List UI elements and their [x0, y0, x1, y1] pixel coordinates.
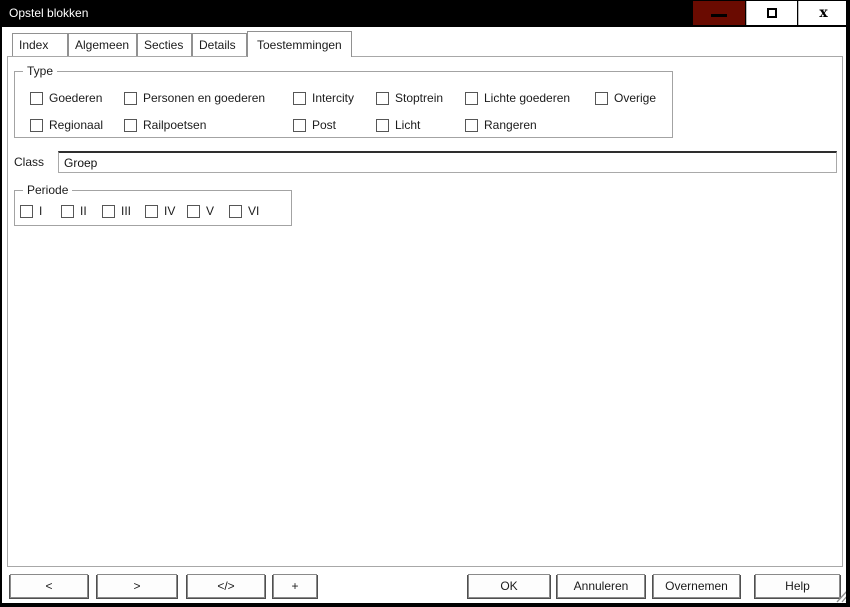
checkbox-icon — [293, 91, 306, 105]
tab-details[interactable]: Details — [192, 33, 247, 56]
checkbox-licht[interactable]: Licht — [376, 117, 420, 133]
window-border-bottom[interactable] — [0, 603, 850, 607]
periode-group-label: Periode — [23, 183, 73, 197]
tab-panel-toestemmingen: Type Goederen Personen en goederen Inter… — [7, 56, 843, 567]
maximize-icon — [767, 8, 777, 18]
checkbox-periode-iv[interactable]: IV — [145, 203, 175, 219]
nav-previous-button[interactable]: < — [10, 574, 88, 598]
checkbox-intercity[interactable]: Intercity — [293, 90, 354, 106]
checkbox-icon — [187, 204, 200, 218]
tab-index[interactable]: Index — [12, 33, 68, 56]
class-label: Class — [14, 155, 45, 169]
type-group-label: Type — [23, 64, 58, 78]
maximize-button[interactable] — [746, 1, 797, 25]
checkbox-icon — [20, 204, 33, 218]
periode-groupbox: Periode I II III IV V VI — [14, 183, 292, 226]
nav-first-last-button[interactable]: </> — [187, 574, 265, 598]
help-button[interactable]: Help — [755, 574, 840, 598]
checkbox-post[interactable]: Post — [293, 117, 336, 133]
checkbox-icon — [595, 91, 608, 105]
dialog-window: Opstel blokken x Index Algemeen Secties … — [0, 0, 850, 607]
checkbox-icon — [376, 118, 389, 132]
window-border-left[interactable] — [0, 0, 2, 607]
checkbox-railpoetsen[interactable]: Railpoetsen — [124, 117, 206, 133]
checkbox-icon — [465, 118, 478, 132]
window-title: Opstel blokken — [9, 6, 89, 20]
type-groupbox: Type Goederen Personen en goederen Inter… — [14, 64, 673, 138]
checkbox-icon — [229, 204, 242, 218]
checkbox-icon — [293, 118, 306, 132]
checkbox-goederen[interactable]: Goederen — [30, 90, 102, 106]
tab-toestemmingen[interactable]: Toestemmingen — [247, 31, 352, 57]
checkbox-periode-vi[interactable]: VI — [229, 203, 259, 219]
apply-button[interactable]: Overnemen — [653, 574, 740, 598]
checkbox-icon — [30, 118, 43, 132]
checkbox-periode-ii[interactable]: II — [61, 203, 87, 219]
checkbox-regionaal[interactable]: Regionaal — [30, 117, 103, 133]
cancel-button[interactable]: Annuleren — [557, 574, 645, 598]
checkbox-icon — [30, 91, 43, 105]
minimize-icon — [711, 13, 727, 17]
checkbox-icon — [124, 91, 137, 105]
checkbox-overige[interactable]: Overige — [595, 90, 656, 106]
close-button[interactable]: x — [798, 1, 848, 25]
titlebar[interactable]: Opstel blokken x — [0, 0, 850, 27]
checkbox-icon — [145, 204, 158, 218]
ok-button[interactable]: OK — [468, 574, 550, 598]
checkbox-rangeren[interactable]: Rangeren — [465, 117, 537, 133]
checkbox-periode-v[interactable]: V — [187, 203, 214, 219]
tab-algemeen[interactable]: Algemeen — [68, 33, 137, 56]
window-border-right[interactable] — [846, 0, 850, 607]
checkbox-periode-iii[interactable]: III — [102, 203, 131, 219]
checkbox-lichte-goederen[interactable]: Lichte goederen — [465, 90, 570, 106]
checkbox-icon — [465, 91, 478, 105]
checkbox-icon — [376, 91, 389, 105]
checkbox-icon — [124, 118, 137, 132]
tab-secties[interactable]: Secties — [137, 33, 192, 56]
minimize-button[interactable] — [693, 1, 745, 25]
checkbox-icon — [61, 204, 74, 218]
nav-next-button[interactable]: > — [97, 574, 177, 598]
add-button[interactable]: + — [273, 574, 317, 598]
checkbox-personen-en-goederen[interactable]: Personen en goederen — [124, 90, 265, 106]
checkbox-icon — [102, 204, 115, 218]
checkbox-periode-i[interactable]: I — [20, 203, 42, 219]
close-icon: x — [819, 5, 828, 21]
class-input[interactable] — [58, 151, 837, 173]
checkbox-stoptrein[interactable]: Stoptrein — [376, 90, 443, 106]
